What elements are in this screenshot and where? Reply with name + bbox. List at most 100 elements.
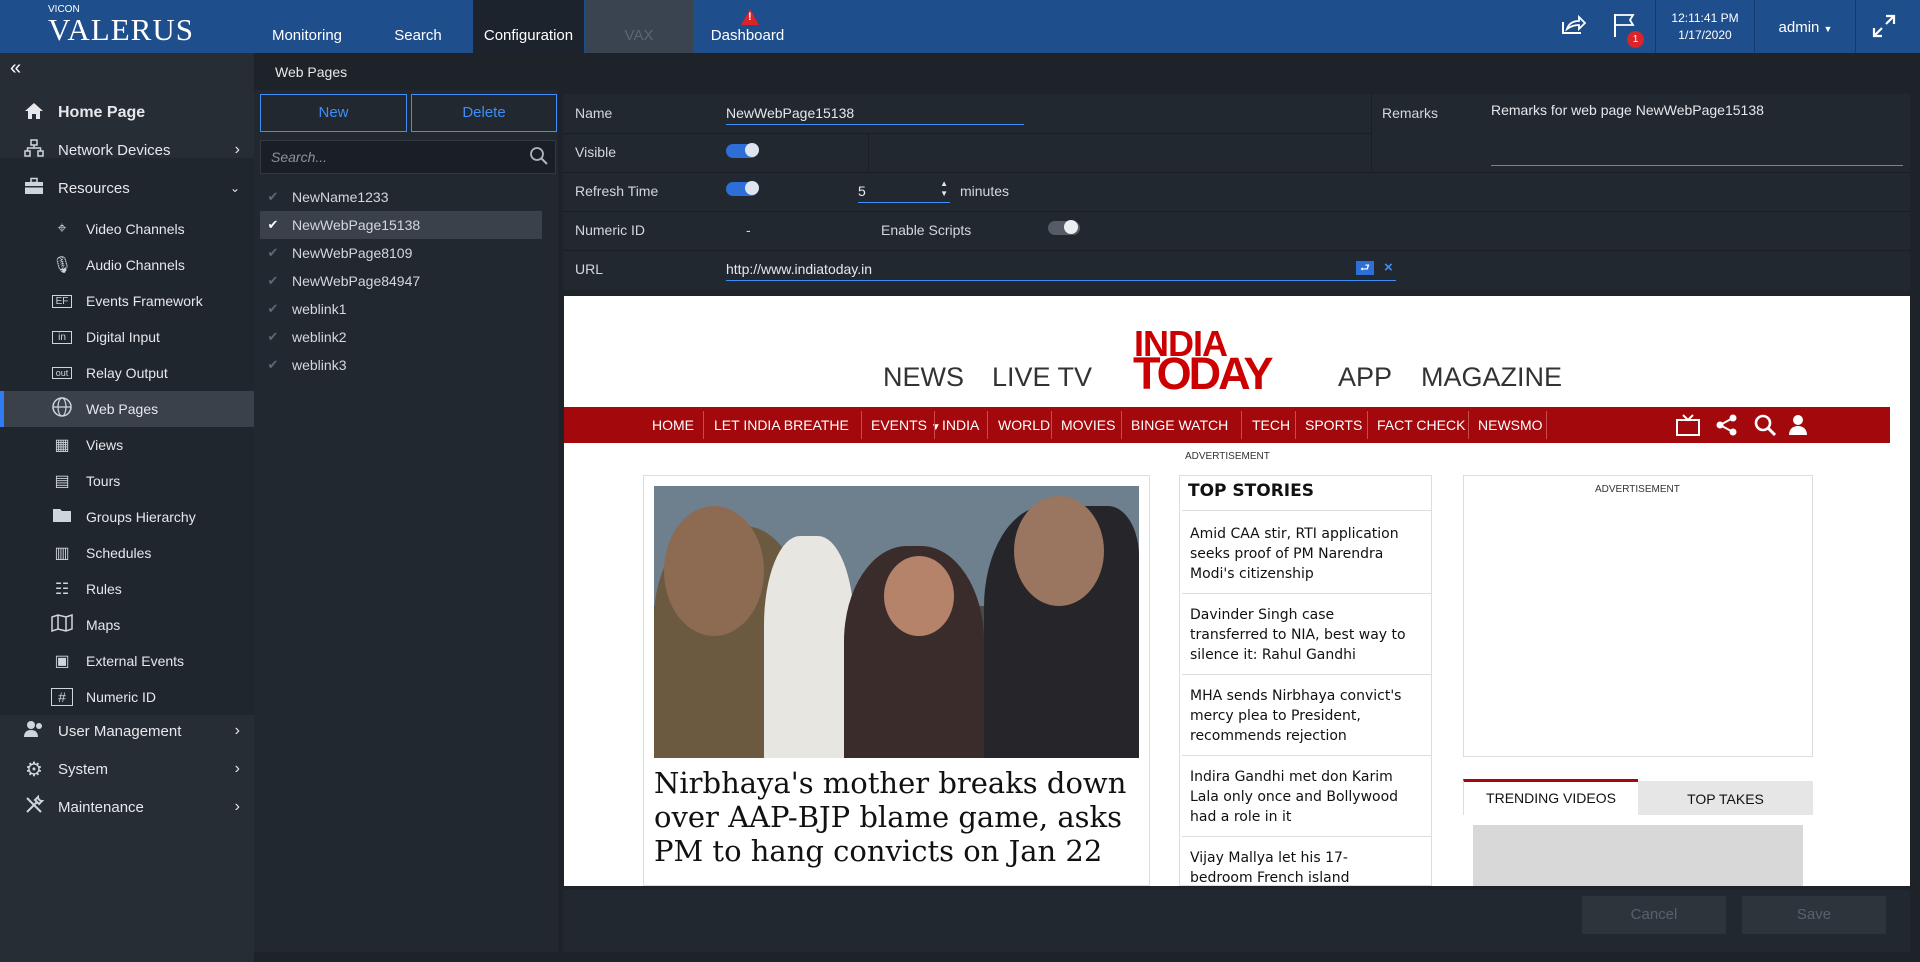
list-item[interactable]: ✔ NewWebPage84947 bbox=[260, 267, 542, 295]
url-field[interactable]: http://www.indiatoday.in bbox=[726, 261, 1396, 281]
cancel-button[interactable]: Cancel bbox=[1582, 896, 1726, 934]
nav-configuration[interactable]: Configuration bbox=[473, 0, 584, 53]
menu-sep bbox=[1295, 411, 1296, 439]
sidebar-item-maps[interactable]: Maps bbox=[0, 607, 254, 643]
sidebar-item-web-pages[interactable]: Web Pages bbox=[0, 391, 254, 427]
sidebar-item-schedules[interactable]: ▥ Schedules bbox=[0, 535, 254, 571]
nav-dashboard[interactable]: Dashboard bbox=[700, 0, 795, 53]
it-link-app[interactable]: APP bbox=[1338, 362, 1392, 393]
relay-output-icon: out bbox=[52, 367, 72, 379]
sidebar-item-system[interactable]: ⚙ System › bbox=[0, 751, 254, 787]
clear-url-icon[interactable]: × bbox=[1384, 259, 1393, 276]
list-item-selected[interactable]: ✔ NewWebPage15138 bbox=[260, 211, 542, 239]
top-story-item[interactable]: Vijay Mallya let his 17-bedroom French i… bbox=[1190, 848, 1410, 886]
it-menu-india[interactable]: INDIA bbox=[942, 417, 979, 433]
save-button[interactable]: Save bbox=[1742, 896, 1886, 934]
new-button[interactable]: New bbox=[260, 94, 407, 132]
sidebar-item-tours[interactable]: ▤ Tours bbox=[0, 463, 254, 499]
it-menu-movies[interactable]: MOVIES bbox=[1061, 417, 1115, 433]
nav-vax: VAX bbox=[585, 0, 693, 53]
sidebar-item-maintenance[interactable]: Maintenance › bbox=[0, 789, 254, 825]
lead-headline[interactable]: Nirbhaya's mother breaks down over AAP-B… bbox=[654, 766, 1144, 868]
user-name: admin bbox=[1778, 19, 1820, 36]
sidebar-item-user-management[interactable]: User Management › bbox=[0, 713, 254, 749]
sidebar-item-relay-output[interactable]: out Relay Output bbox=[0, 355, 254, 391]
check-icon: ✔ bbox=[267, 301, 279, 316]
it-menu-sports[interactable]: SPORTS bbox=[1305, 417, 1362, 433]
list-item[interactable]: ✔ NewName1233 bbox=[260, 183, 542, 211]
it-menu-tech[interactable]: TECH bbox=[1252, 417, 1290, 433]
sidebar-item-numeric-id[interactable]: # Numeric ID bbox=[0, 679, 254, 715]
name-field[interactable]: NewWebPage15138 bbox=[726, 105, 1024, 125]
it-menu-let-india-breathe[interactable]: LET INDIA BREATHE bbox=[714, 417, 849, 433]
story-sep bbox=[1182, 674, 1432, 675]
sidebar-item-home-page[interactable]: Home Page bbox=[0, 95, 254, 131]
sidebar-item-audio-channels[interactable]: 🎙 Audio Channels bbox=[0, 247, 254, 283]
visible-toggle[interactable] bbox=[726, 143, 759, 158]
expand-icon[interactable] bbox=[1872, 14, 1896, 45]
search-placeholder: Search... bbox=[271, 149, 328, 165]
it-link-news[interactable]: NEWS bbox=[883, 362, 964, 393]
numeric-id-label: Numeric ID bbox=[575, 222, 646, 238]
it-menu-binge-watch[interactable]: BINGE WATCH bbox=[1131, 417, 1228, 433]
nav-monitoring[interactable]: Monitoring bbox=[258, 0, 356, 53]
search-icon[interactable] bbox=[1754, 414, 1777, 439]
reload-url-icon[interactable]: ⮐ bbox=[1356, 261, 1374, 275]
share-icon[interactable] bbox=[1560, 12, 1587, 43]
user-menu[interactable]: admin ▼ bbox=[1756, 0, 1856, 53]
top-story-item[interactable]: Davinder Singh case transferred to NIA, … bbox=[1190, 605, 1410, 665]
sidebar-item-network-devices[interactable]: Network Devices › bbox=[0, 132, 254, 168]
video-thumbnail[interactable] bbox=[1473, 825, 1803, 886]
nav-search[interactable]: Search bbox=[370, 0, 466, 53]
sidebar-item-resources[interactable]: Resources ⌄ bbox=[0, 170, 254, 206]
microphone-icon: 🎙 bbox=[51, 257, 73, 274]
delete-button[interactable]: Delete bbox=[411, 94, 557, 132]
share-icon[interactable] bbox=[1716, 414, 1738, 439]
india-today-logo-line2: TODAY bbox=[1133, 348, 1274, 399]
top-story-item[interactable]: Amid CAA stir, RTI application seeks pro… bbox=[1190, 524, 1410, 584]
it-menu-newsmo[interactable]: NEWSMO bbox=[1478, 417, 1543, 433]
sidebar-item-rules[interactable]: ☷ Rules bbox=[0, 571, 254, 607]
it-link-live-tv[interactable]: LIVE TV bbox=[992, 362, 1092, 393]
refresh-time-toggle[interactable] bbox=[726, 181, 759, 196]
list-item[interactable]: ✔ weblink2 bbox=[260, 323, 542, 351]
it-menu-world[interactable]: WORLD bbox=[998, 417, 1050, 433]
folder-icon bbox=[50, 507, 74, 528]
it-menu-home[interactable]: HOME bbox=[652, 417, 694, 433]
remarks-field[interactable]: Remarks for web page NewWebPage15138 bbox=[1491, 102, 1903, 166]
refresh-time-stepper[interactable]: 5 ▲ ▼ bbox=[858, 179, 950, 203]
breadcrumb: Web Pages bbox=[275, 64, 348, 80]
lead-story-photo[interactable] bbox=[654, 486, 1139, 758]
it-menu-events[interactable]: EVENTS ▼ bbox=[871, 417, 941, 433]
chevron-right-icon: › bbox=[234, 760, 240, 777]
it-link-magazine[interactable]: MAGAZINE bbox=[1421, 362, 1562, 393]
rules-icon: ☷ bbox=[54, 581, 70, 598]
it-menu-fact-check[interactable]: FACT CHECK bbox=[1377, 417, 1465, 433]
stepper-arrows-icon[interactable]: ▲ ▼ bbox=[940, 179, 948, 199]
numeric-id-value: - bbox=[746, 222, 751, 238]
refresh-time-value: 5 bbox=[858, 183, 866, 199]
sidebar-item-digital-input[interactable]: in Digital Input bbox=[0, 319, 254, 355]
check-icon: ✔ bbox=[267, 357, 279, 372]
top-story-item[interactable]: Indira Gandhi met don Karim Lala only on… bbox=[1190, 767, 1410, 827]
tab-top-takes[interactable]: TOP TAKES bbox=[1638, 781, 1813, 815]
enable-scripts-toggle[interactable] bbox=[1048, 220, 1080, 235]
search-icon[interactable] bbox=[529, 146, 549, 171]
list-item[interactable]: ✔ weblink3 bbox=[260, 351, 542, 379]
tv-icon[interactable] bbox=[1676, 414, 1700, 439]
sidebar-item-views[interactable]: ▦ Views bbox=[0, 427, 254, 463]
photo-face bbox=[884, 556, 954, 636]
list-item[interactable]: ✔ weblink1 bbox=[260, 295, 542, 323]
it-menu-bar: HOME LET INDIA BREATHE EVENTS ▼ INDIA WO… bbox=[564, 407, 1890, 443]
search-input[interactable]: Search... bbox=[260, 140, 556, 174]
sidebar-item-external-events[interactable]: ▣ External Events bbox=[0, 643, 254, 679]
list-item[interactable]: ✔ NewWebPage8109 bbox=[260, 239, 542, 267]
top-story-item[interactable]: MHA sends Nirbhaya convict's mercy plea … bbox=[1190, 686, 1410, 746]
collapse-sidebar-icon[interactable]: « bbox=[10, 57, 21, 80]
tab-trending-videos[interactable]: TRENDING VIDEOS bbox=[1463, 779, 1638, 815]
ef-icon: EF bbox=[52, 294, 72, 308]
user-icon[interactable] bbox=[1788, 414, 1808, 439]
sidebar-item-events-framework[interactable]: EF Events Framework bbox=[0, 283, 254, 319]
sidebar-item-groups-hierarchy[interactable]: Groups Hierarchy bbox=[0, 499, 254, 535]
sidebar-item-video-channels[interactable]: ⌖ Video Channels bbox=[0, 211, 254, 247]
